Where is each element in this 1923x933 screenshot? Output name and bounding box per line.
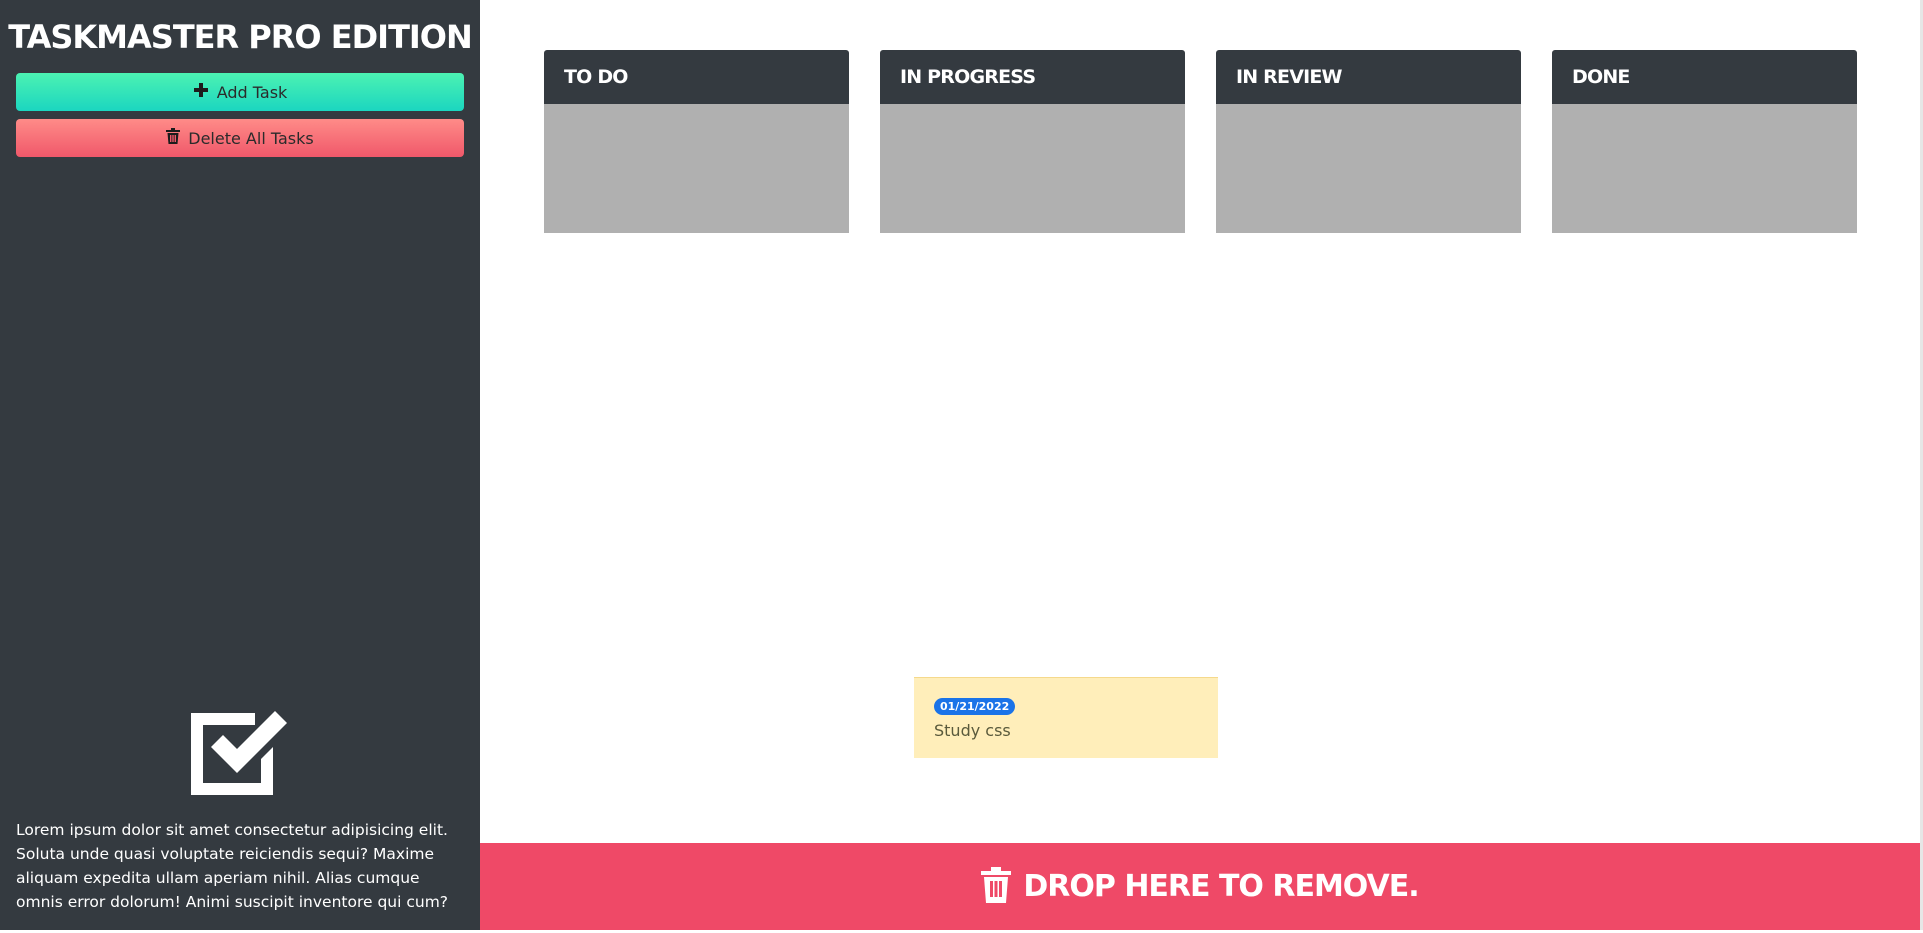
app: TASKMASTER PRO EDITION Add Task Delete A… [0, 0, 1923, 930]
delete-all-tasks-label: Delete All Tasks [188, 128, 314, 148]
trash-icon [981, 866, 1012, 907]
column-to-do: TO DO [544, 50, 849, 233]
column-header: IN PROGRESS [880, 50, 1185, 104]
column-drop-area[interactable] [1552, 104, 1857, 233]
task-card[interactable]: 01/21/2022 Study css [914, 677, 1218, 758]
column-drop-area[interactable] [544, 104, 849, 233]
trash-icon [166, 128, 181, 148]
remove-drop-zone[interactable]: DROP HERE TO REMOVE. [480, 843, 1920, 930]
column-title: IN PROGRESS [900, 66, 1036, 88]
column-title: IN REVIEW [1236, 66, 1343, 88]
column-drop-area[interactable] [1216, 104, 1521, 233]
column-done: DONE [1552, 50, 1857, 233]
plus-icon [193, 82, 209, 102]
about-text: Lorem ipsum dolor sit amet consectetur a… [16, 820, 449, 911]
column-drop-area[interactable] [880, 104, 1185, 233]
due-date-badge: 01/21/2022 [934, 698, 1016, 715]
drop-zone-label: DROP HERE TO REMOVE. [1023, 869, 1419, 904]
checkbox-checked-icon [191, 709, 289, 797]
add-task-button[interactable]: Add Task [16, 73, 464, 111]
column-in-progress: IN PROGRESS [880, 50, 1185, 233]
column-in-review: IN REVIEW [1216, 50, 1521, 233]
app-title: TASKMASTER PRO EDITION [8, 18, 473, 56]
add-task-label: Add Task [216, 82, 288, 102]
column-title: TO DO [564, 66, 628, 88]
column-header: TO DO [544, 50, 849, 104]
column-header: IN REVIEW [1216, 50, 1521, 104]
column-title: DONE [1572, 66, 1630, 88]
delete-all-tasks-button[interactable]: Delete All Tasks [16, 119, 464, 157]
task-text: Study css [934, 721, 1011, 740]
column-header: DONE [1552, 50, 1857, 104]
sidebar: TASKMASTER PRO EDITION Add Task Delete A… [0, 0, 480, 930]
